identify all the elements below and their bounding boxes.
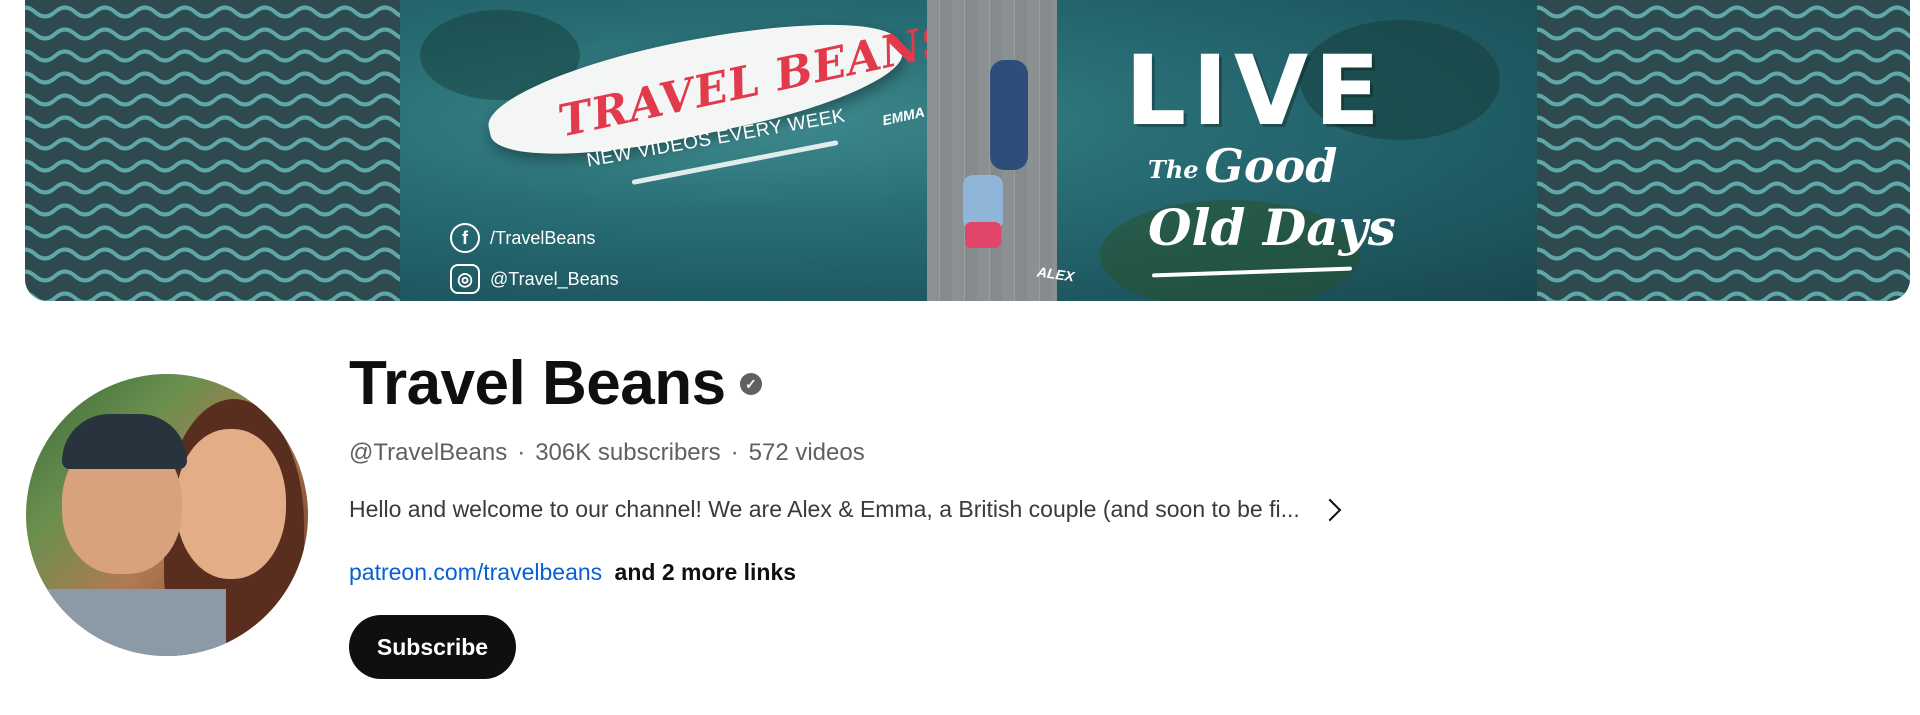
instagram-handle: @Travel_Beans <box>490 268 619 289</box>
wave-pattern-right <box>1537 0 1910 301</box>
slogan-good-word: Good <box>1204 139 1338 193</box>
facebook-link[interactable]: f /TravelBeans <box>450 223 595 253</box>
instagram-icon: ◎ <box>450 264 480 294</box>
slogan-good: The Good <box>1148 140 1337 196</box>
description-text: Hello and welcome to our channel! We are… <box>349 496 1300 522</box>
channel-links: patreon.com/travelbeans and 2 more links <box>349 559 796 586</box>
verified-check-icon[interactable]: ✓ <box>739 373 762 395</box>
channel-title: Travel Beans <box>349 349 726 418</box>
channel-handle: @TravelBeans <box>349 439 508 466</box>
channel-banner: TRAVEL BEANS NEW VIDEOS EVERY WEEK EMMA … <box>25 0 1910 301</box>
facebook-icon: f <box>450 223 480 253</box>
label-emma: EMMA <box>880 103 926 129</box>
chevron-right-icon[interactable] <box>1318 498 1342 521</box>
subscriber-count: 306K subscribers <box>535 439 721 466</box>
channel-description[interactable]: Hello and welcome to our channel! We are… <box>349 496 1342 523</box>
channel-meta: @TravelBeans · 306K subscribers · 572 vi… <box>349 439 865 467</box>
separator-dot: · <box>730 439 739 466</box>
more-links-button[interactable]: and 2 more links <box>615 559 797 585</box>
emma-figure <box>990 60 1028 170</box>
patreon-link[interactable]: patreon.com/travelbeans <box>349 559 602 585</box>
channel-avatar[interactable] <box>26 374 308 656</box>
slogan-the: The <box>1148 155 1199 184</box>
slogan-live: LIVE <box>1125 35 1386 147</box>
banner-photo: TRAVEL BEANS NEW VIDEOS EVERY WEEK EMMA … <box>400 0 1537 301</box>
wave-pattern-left <box>25 0 400 301</box>
video-count: 572 videos <box>748 439 865 466</box>
separator-dot: · <box>517 439 526 466</box>
slogan-old-days: Old Days <box>1148 198 1396 257</box>
instagram-link[interactable]: ◎ @Travel_Beans <box>450 264 619 294</box>
facebook-handle: /TravelBeans <box>490 227 596 248</box>
subscribe-button[interactable]: Subscribe <box>349 615 516 679</box>
channel-name: Travel Beans ✓ <box>349 348 762 420</box>
alex-shorts <box>965 222 1001 248</box>
